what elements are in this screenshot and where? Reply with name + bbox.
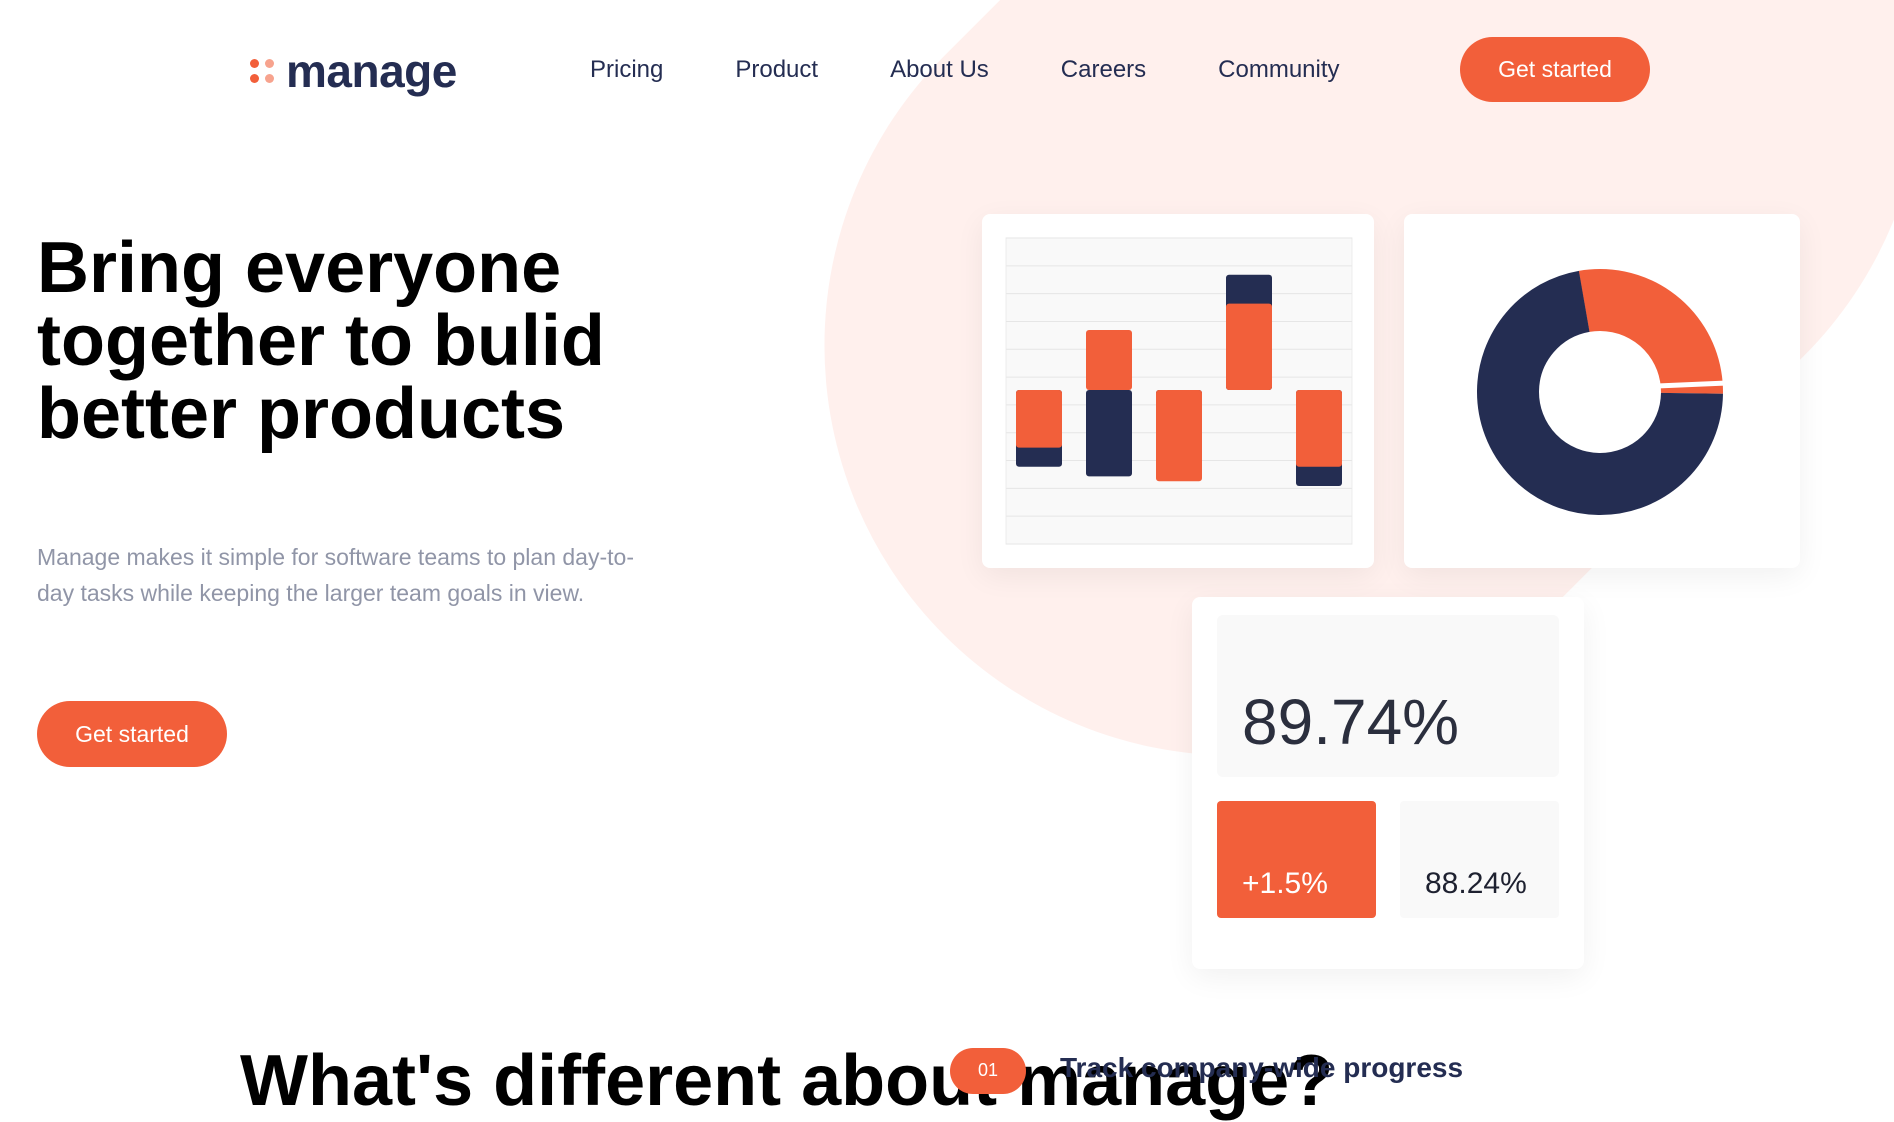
bar-orange: [1086, 330, 1132, 390]
logo-dots-icon: [250, 59, 274, 83]
donut-chart-card: [1404, 214, 1800, 568]
stat-change-value: +1.5%: [1242, 867, 1328, 900]
logo-text: manage: [286, 45, 457, 97]
feature-number-badge: 01: [950, 1048, 1026, 1094]
bar-orange: [1226, 303, 1272, 390]
stat-change-tile: +1.5%: [1217, 801, 1376, 918]
bar-navy: [1086, 390, 1132, 477]
nav-get-started-button[interactable]: Get started: [1460, 37, 1650, 102]
hero-get-started-button[interactable]: Get started: [37, 701, 227, 767]
bar-chart-card: [982, 214, 1374, 568]
donut-chart: [1477, 269, 1728, 515]
feature-title: Track company-wide progress: [1060, 1052, 1464, 1083]
bar-orange: [1296, 390, 1342, 467]
donut-gap: [1656, 380, 1728, 389]
bar-chart: [1005, 237, 1353, 545]
stat-main-tile: 89.74%: [1217, 615, 1559, 777]
bar-orange: [1156, 390, 1202, 482]
stat-secondary-tile: 88.24%: [1400, 801, 1559, 918]
nav-link-pricing[interactable]: Pricing: [590, 56, 663, 84]
hero-section: Bring everyone together to bulid better …: [37, 232, 687, 611]
nav-link-product[interactable]: Product: [735, 56, 818, 84]
stat-main-value: 89.74%: [1242, 686, 1460, 758]
logo[interactable]: manage: [250, 44, 457, 98]
hero-subtitle: Manage makes it simple for software team…: [37, 544, 634, 606]
nav-links: Pricing Product About Us Careers Communi…: [590, 56, 1412, 84]
bar-orange: [1016, 390, 1062, 448]
nav-link-community[interactable]: Community: [1218, 56, 1339, 84]
hero-title: Bring everyone together to bulid better …: [37, 228, 605, 454]
nav-link-careers[interactable]: Careers: [1061, 56, 1146, 84]
stats-card: 89.74% +1.5% 88.24%: [1192, 597, 1584, 969]
stat-secondary-value: 88.24%: [1425, 867, 1527, 900]
top-navigation: manage Pricing Product About Us Careers …: [0, 0, 1894, 140]
nav-link-about-us[interactable]: About Us: [890, 56, 989, 84]
